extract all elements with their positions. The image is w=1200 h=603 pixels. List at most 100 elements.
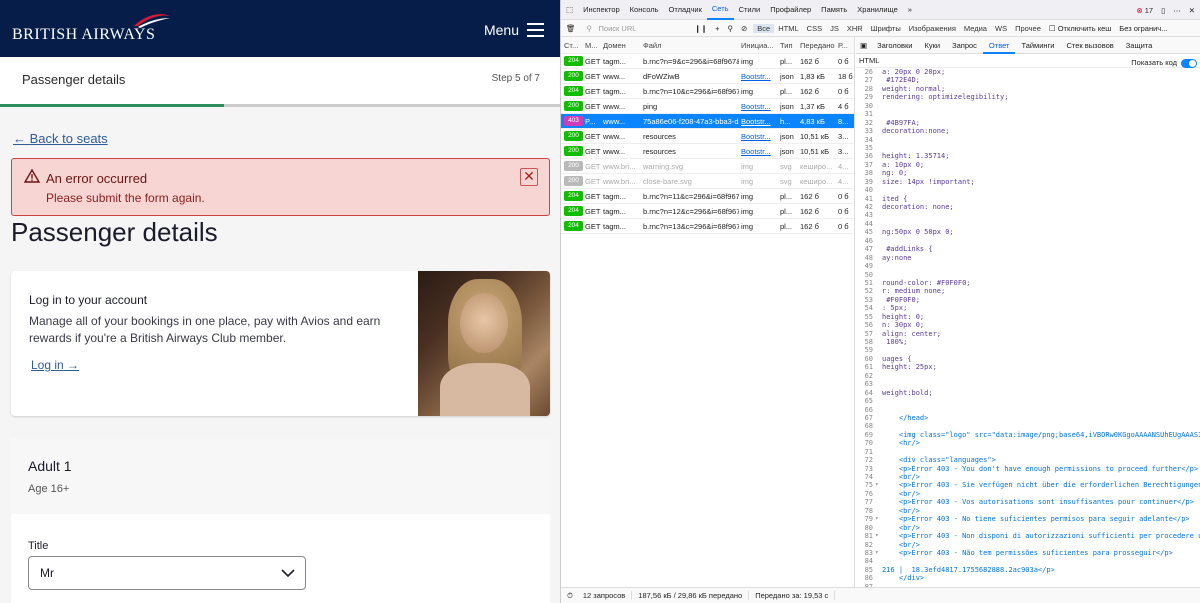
block-icon[interactable]: ⊘ [737,24,753,33]
devtools-tab[interactable]: Память [816,0,852,20]
filter-chip[interactable]: Изображения [905,24,960,33]
error-count[interactable]: ⊗ 17 [1136,6,1153,15]
request-initiator[interactable]: Bootstr... [741,69,779,84]
url-filter-input[interactable]: ⚲ Поиск URL [581,24,691,33]
filter-chip[interactable]: Прочее [1011,24,1045,33]
devtools-tab[interactable]: Профайлер [765,0,816,20]
request-initiator[interactable]: Bootstr... [741,114,779,129]
devtools-tab[interactable]: Отладчик [663,0,706,20]
detail-tab[interactable]: Запрос [946,37,983,54]
code-line: 54: 5px; [856,304,1200,312]
panel-toggle-icon[interactable]: ▣ [856,41,871,50]
line-number: 48 [864,253,873,262]
line-text: <br/> [882,540,920,549]
request-initiator[interactable]: Bootstr... [741,99,779,114]
request-initiator[interactable]: Bootstr... [741,129,779,144]
menu-button[interactable]: Menu [484,22,544,38]
request-initiator[interactable]: img [741,189,779,204]
close-devtools-icon[interactable]: ✕ [1189,6,1195,15]
line-text: <p>Error 403 - You don't have enough per… [882,464,1199,473]
detail-tab[interactable]: Заголовки [871,37,918,54]
request-row[interactable]: 204 GET tagm... b.rnc?n=13&c=296&i=68f967& i… [561,219,854,234]
request-initiator[interactable]: img [741,84,779,99]
column-header[interactable]: Ст... [564,37,578,54]
trash-icon[interactable]: 🗑 [561,24,581,33]
line-text: size: 14px !important; [882,177,975,186]
overflow-menu-icon[interactable]: ⋯ [1173,6,1181,15]
devtools-tab[interactable]: Сеть [706,0,734,20]
speedmarque-icon [134,14,170,28]
column-header[interactable]: Тип [780,37,793,54]
request-initiator[interactable]: img [741,204,779,219]
code-line: 56 n: 30px 0; [856,321,1200,329]
fold-arrow-icon[interactable]: ▾ [875,481,879,489]
request-transferred: 1,83 кБ [800,72,825,81]
fold-arrow-icon[interactable]: ▾ [875,515,879,523]
response-type: HTML [859,56,880,65]
request-type: json [780,132,794,141]
request-initiator[interactable]: img [741,174,779,189]
filter-chip[interactable]: JS [826,24,843,33]
back-link[interactable]: ← Back to seats [13,131,108,146]
request-row[interactable]: 200 GET www... resources Bootstr... json 10,51… [561,144,854,159]
devtools-tab[interactable]: Инспектор [578,0,625,20]
code-line: 80 <br/> [856,524,1200,532]
column-header[interactable]: Инициа... [741,37,774,54]
fold-arrow-icon[interactable]: ▾ [875,532,879,540]
filter-chip[interactable]: Шрифты [867,24,905,33]
devtools-tab[interactable]: Консоль [625,0,664,20]
filter-chip[interactable]: WS [991,24,1011,33]
close-icon[interactable]: ✕ [520,168,538,186]
add-icon[interactable]: + [711,24,723,33]
filter-chip[interactable]: XHR [843,24,867,33]
request-initiator[interactable]: img [741,54,779,69]
request-row[interactable]: 200 GET www... dFoWZiwB Bootstr... json 1,83 к… [561,69,854,84]
disable-cache-checkbox[interactable]: ☐ Отключить кеш [1045,24,1115,33]
request-initiator[interactable]: Bootstr... [741,144,779,159]
column-header[interactable]: Передано [800,37,835,54]
line-number: 51 [864,278,873,287]
request-row[interactable]: 204 GET tagm... b.rnc?n=11&c=296&i=68f967& i… [561,189,854,204]
detail-tab[interactable]: Ответ [982,37,1016,54]
request-row[interactable]: 204 GET tagm... b.rnc?n=12&c=296&i=68f967& i… [561,204,854,219]
dock-icon[interactable]: ▯ [1161,6,1165,15]
column-header[interactable]: Домен [603,37,626,54]
devtools-tab[interactable]: Хранилище [852,0,903,20]
login-link[interactable]: Log in → [31,358,79,372]
line-text: ited { [882,194,908,203]
more-tabs-icon[interactable]: » [903,0,917,20]
pick-element-icon[interactable]: ⬚ [561,0,578,20]
login-photo [418,271,550,416]
pause-icon[interactable]: ❙❙ [691,24,712,33]
request-method: GET [585,222,601,231]
request-row[interactable]: 204 GET tagm... b.rnc?n=10&c=296&i=68f967&p… [561,84,854,99]
line-number: 41 [864,194,873,203]
request-file: ping [643,102,658,111]
throttle-select[interactable]: Без огранич... [1115,24,1171,33]
detail-tab[interactable]: Тайминги [1015,37,1060,54]
filter-chip[interactable]: Медиа [960,24,991,33]
devtools-tab[interactable]: Стили [734,0,766,20]
column-header[interactable]: М... [585,37,598,54]
status-badge: 200 [564,131,583,141]
request-row[interactable]: 200 GET www... ping Bootstr... json 1,37 кБ 4 б [561,99,854,114]
request-row[interactable]: 204 GET tagm... b.rnc?n=9&c=296&i=68f967&pi… [561,54,854,69]
filter-chip[interactable]: Все [753,23,775,33]
filter-chip[interactable]: CSS [803,24,826,33]
detail-tab[interactable]: Стек вызовов [1060,37,1119,54]
column-header[interactable]: Р... [838,37,848,54]
line-text: height: 25px; [882,363,937,372]
detail-tab[interactable]: Куки [918,37,946,54]
filter-chip[interactable]: HTML [774,24,802,33]
request-row[interactable]: 403 P... www... 75a86e06-f208-47a3-bba3-dae… [561,114,854,129]
request-initiator[interactable]: img [741,159,779,174]
fold-arrow-icon[interactable]: ▾ [875,549,879,557]
detail-tab[interactable]: Защита [1120,37,1159,54]
column-header[interactable]: Файл [643,37,661,54]
title-select[interactable]: Mr [28,556,306,590]
request-initiator[interactable]: img [741,219,779,234]
request-row[interactable]: 200 GET www.bri... warning.svg img svg кеширо.… [561,159,854,174]
search-icon[interactable]: ⚲ [724,24,738,33]
request-row[interactable]: 200 GET www.bri... close-bare.svg img svg кеши… [561,174,854,189]
request-row[interactable]: 200 GET www... resources Bootstr... json 10,51… [561,129,854,144]
